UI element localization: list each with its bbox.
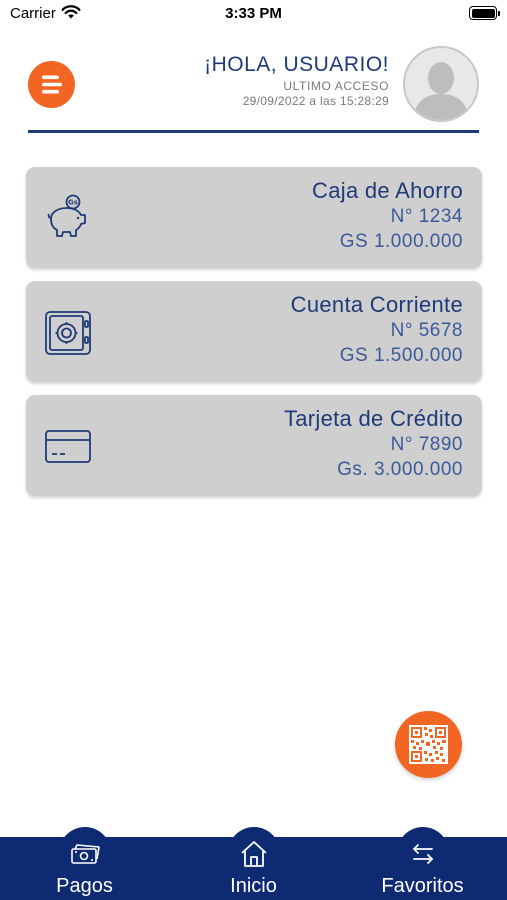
nav-label: Pagos [56,875,113,897]
account-name: Tarjeta de Crédito [283,406,463,431]
home-icon [240,841,267,867]
nav-item-inicio[interactable]: Inicio [169,827,338,900]
battery-icon [469,6,500,20]
account-balance: GS 1.500.000 [339,345,463,366]
piggy-bank-icon: Gs [47,194,86,237]
transfer-arrows-icon [412,844,433,864]
status-bar: Carrier 3:33 PM [0,0,507,30]
credit-card-icon [45,430,91,463]
account-name: Cuenta Corriente [290,292,463,317]
menu-lines-icon [42,75,62,94]
nav-item-favoritos[interactable]: Favoritos [338,827,507,900]
account-balance: Gs. 3.000.000 [337,459,463,480]
clock: 3:33 PM [225,5,282,22]
avatar[interactable] [403,46,479,122]
last-access-label: ULTIMO ACCESO [283,79,389,93]
last-access-value: 29/09/2022 a las 15:28:29 [242,94,389,108]
account-card-tarjeta-de-credito[interactable]: Tarjeta de Crédito N° 7890 Gs. 3.000.000 [26,395,482,496]
qr-scan-button[interactable] [395,711,462,778]
greeting-title: ¡HOLA, USUARIO! [204,53,389,76]
nav-label: Favoritos [381,875,464,897]
account-details: Caja de Ahorro N° 1234 GS 1.000.000 [312,177,463,254]
account-card-cuenta-corriente[interactable]: Cuenta Corriente N° 5678 GS 1.500.000 [26,281,482,382]
account-number: N° 7890 [390,434,463,455]
payments-icon [70,844,100,864]
account-balance: GS 1.000.000 [339,231,463,252]
nav-label: Inicio [230,875,277,897]
safe-icon [45,311,91,355]
account-number: N° 5678 [390,320,463,341]
account-details: Tarjeta de Crédito N° 7890 Gs. 3.000.000 [284,405,463,482]
svg-text:Gs: Gs [68,199,78,207]
menu-button[interactable] [28,61,75,108]
user-silhouette-icon [413,62,469,120]
header-divider [28,130,479,133]
greeting-block: ¡HOLA, USUARIO! ULTIMO ACCESO 29/09/2022… [204,52,389,109]
account-details: Cuenta Corriente N° 5678 GS 1.500.000 [291,291,463,368]
qr-code-icon [409,725,448,764]
account-name: Caja de Ahorro [312,178,463,203]
account-card-caja-de-ahorro[interactable]: Gs Caja de Ahorro N° 1234 GS 1.000.000 [26,167,482,268]
account-number: N° 1234 [390,206,463,227]
bottom-nav: Pagos Inicio Favoritos [0,827,507,900]
nav-item-pagos[interactable]: Pagos [0,827,169,900]
